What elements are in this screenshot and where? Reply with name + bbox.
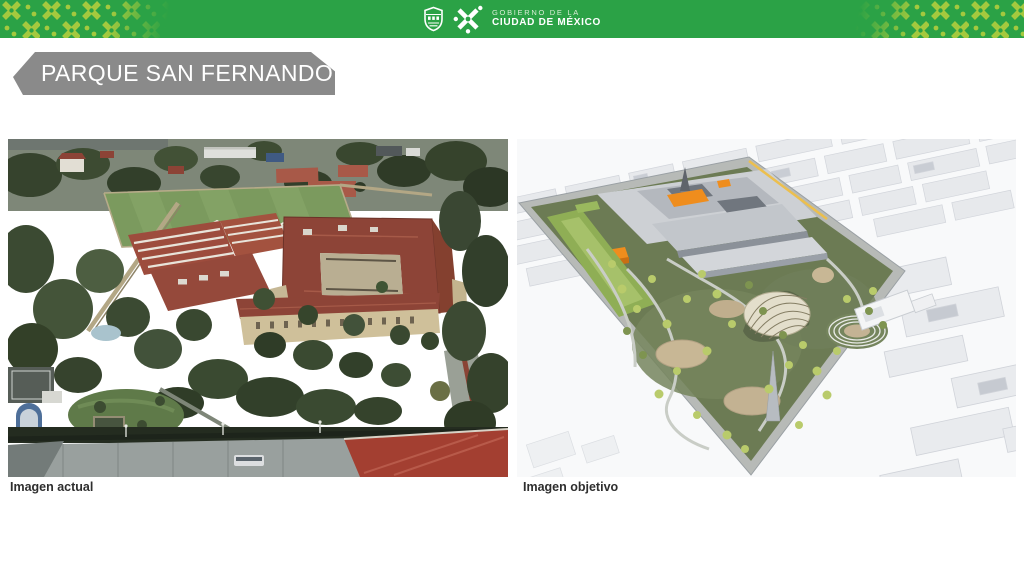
cdmx-logo-icon xyxy=(453,4,483,34)
aerial-photo-illustration xyxy=(8,139,508,477)
masterplan-render-illustration xyxy=(517,139,1016,477)
cdmx-shield-icon xyxy=(423,6,444,32)
header-banner: GOBIERNO DE LA CIUDAD DE MÉXICO xyxy=(0,0,1024,38)
header-org-name: GOBIERNO DE LA CIUDAD DE MÉXICO xyxy=(492,8,601,30)
figure-target-render xyxy=(517,139,1016,477)
header-org-line2: CIUDAD DE MÉXICO xyxy=(492,17,601,30)
caption-current-image: Imagen actual xyxy=(10,480,93,494)
caption-target-image: Imagen objetivo xyxy=(523,480,618,494)
figure-current-aerial-photo xyxy=(8,139,508,477)
header-brand: GOBIERNO DE LA CIUDAD DE MÉXICO xyxy=(0,0,1024,38)
right-trees-and-path xyxy=(430,191,508,445)
page-title: PARQUE SAN FERNANDO xyxy=(41,60,333,87)
foreground xyxy=(8,420,508,477)
page-title-banner: PARQUE SAN FERNANDO xyxy=(13,52,335,95)
